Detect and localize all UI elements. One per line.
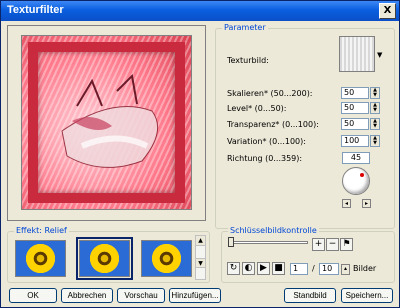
current-frame-field[interactable]: 1 [290,263,308,275]
variation-value[interactable]: 100 [341,135,369,147]
remove-keyframe-button[interactable]: − [326,238,339,251]
stop-icon[interactable]: ■ [272,262,285,275]
scroll-down-icon[interactable]: ▼ [196,258,205,268]
transparency-spin-buttons[interactable]: ▲ ▼ [370,118,380,130]
save-button[interactable]: Speichern... [341,288,393,303]
title-bar: Texturfilter X [1,1,399,21]
texture-picker[interactable] [339,36,375,72]
add-keyframe-button[interactable]: + [312,238,325,251]
keyframe-group-label: Schlüsselbildkontrolle [228,226,319,235]
still-image-button[interactable]: Standbild [284,288,336,303]
variation-spin-buttons[interactable]: ▲ ▼ [370,135,380,147]
spin-down-icon[interactable]: ▼ [371,108,379,113]
keyframe-group: Schlüsselbildkontrolle [221,226,395,283]
spin-down-icon[interactable]: ▼ [371,124,379,129]
transparency-value[interactable]: 50 [341,118,369,130]
effect-thumbnail-1[interactable] [15,240,66,277]
preview-button[interactable]: Vorschau [117,288,165,303]
scale-spin-buttons[interactable]: ▲ ▼ [370,87,380,99]
effect-scrollbar[interactable]: ▲ ▼ [195,235,206,280]
dial-marker-icon [360,173,364,177]
spin-down-icon[interactable]: ▼ [371,93,379,98]
transparency-label: Transparenz* (0...100): [227,120,319,129]
spin-down-icon[interactable]: ▼ [371,141,379,146]
keyframe-slider-thumb[interactable] [228,237,234,247]
ok-button[interactable]: OK [9,288,57,303]
rewind-icon[interactable]: ◐ [242,262,255,275]
scale-label: Skalieren* (50...200): [227,89,313,98]
cancel-button[interactable]: Abbrechen [61,288,113,303]
direction-dial[interactable] [342,167,370,195]
frames-spin-icon[interactable]: ▴ [341,264,350,275]
keyframe-tool-icon[interactable]: ⚑ [340,238,353,251]
parameter-group-label: Parameter [222,23,268,32]
add-button[interactable]: Hinzufügen... [169,288,221,303]
scale-value[interactable]: 50 [341,87,369,99]
variation-spinner[interactable]: 100 ▲ ▼ [341,135,381,147]
keyframe-slider-track[interactable] [228,241,308,244]
preview-image [21,35,192,210]
direction-value[interactable]: 45 [342,152,370,164]
preview-content [61,73,159,168]
direction-increase-button[interactable]: ▸ [362,199,371,208]
close-button[interactable]: X [379,3,396,19]
texture-label: Texturbild: [227,56,269,65]
effect-thumbnail-3[interactable] [141,240,192,277]
effect-thumbnail-2[interactable] [76,237,133,280]
level-spin-buttons[interactable]: ▲ ▼ [370,102,380,114]
level-spinner[interactable]: 50 ▲ ▼ [341,102,381,114]
texture-dropdown-arrow-icon[interactable]: ▼ [377,51,382,59]
frames-label: Bilder [353,264,377,273]
effect-group-label: Effekt: Relief [14,226,69,235]
window-title: Texturfilter [7,4,64,16]
preview-panel [7,25,206,221]
level-label: Level* (0...50): [227,104,287,113]
total-frames-field[interactable]: 10 [319,263,339,275]
level-value[interactable]: 50 [341,102,369,114]
variation-label: Variation* (0...100): [227,137,306,146]
scroll-up-icon[interactable]: ▲ [196,236,205,246]
texture-filter-dialog: Texturfilter X Parameter Texturbild: ▼ S… [0,0,400,308]
loop-icon[interactable]: ↻ [227,262,240,275]
direction-label: Richtung (0...359): [227,154,303,163]
play-icon[interactable]: ▶ [257,262,270,275]
scale-spinner[interactable]: 50 ▲ ▼ [341,87,381,99]
frame-separator: / [312,264,315,273]
direction-decrease-button[interactable]: ◂ [342,199,351,208]
transparency-spinner[interactable]: 50 ▲ ▼ [341,118,381,130]
